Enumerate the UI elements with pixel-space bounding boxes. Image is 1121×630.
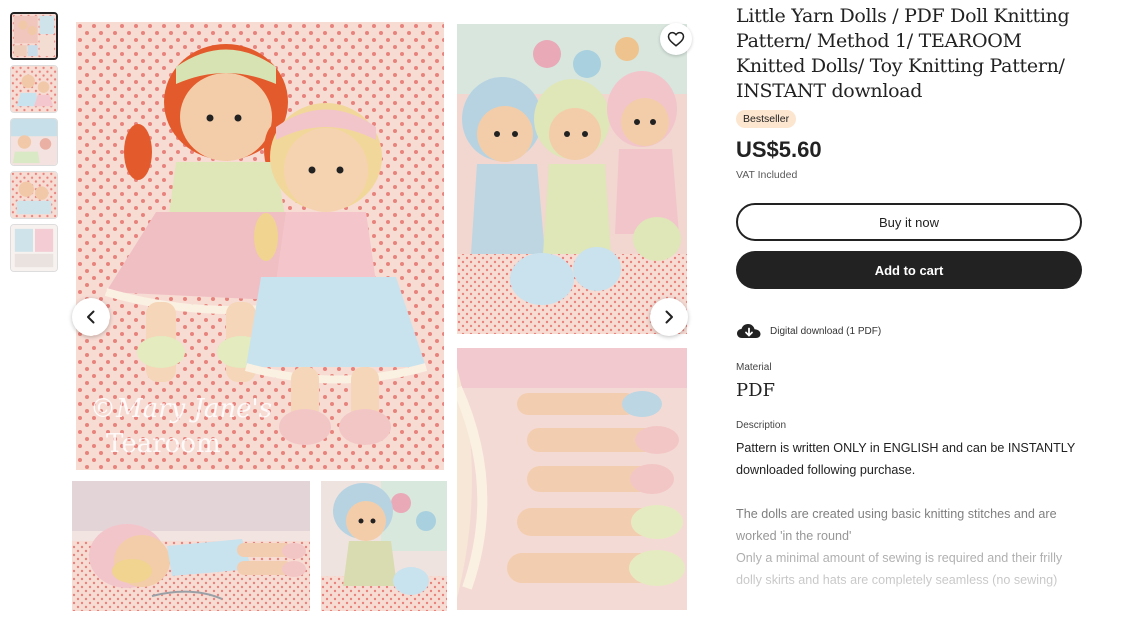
listing-title: Little Yarn Dolls / PDF Doll Knitting Pa… — [736, 5, 1070, 102]
favorite-button[interactable] — [660, 23, 692, 55]
listing-info: Little Yarn Dolls / PDF Doll Knitting Pa… — [736, 4, 1086, 181]
product-photo-dolls-sitting — [457, 24, 687, 334]
digital-download-label: Digital download (1 PDF) — [770, 325, 882, 337]
description-paragraph: Only a minimal amount of sewing is requi… — [736, 551, 1063, 587]
thumbnail-strip — [10, 12, 58, 277]
description-paragraph: The dolls are created using basic knitti… — [736, 507, 1057, 543]
thumbnail-4[interactable] — [10, 171, 58, 219]
material-label: Material — [736, 362, 772, 373]
product-photo-doll-lying — [72, 481, 310, 611]
material-value: PDF — [736, 380, 776, 401]
next-image-button[interactable] — [650, 298, 688, 336]
thumbnail-3[interactable] — [10, 118, 58, 166]
heart-icon — [667, 31, 685, 47]
bestseller-badge: Bestseller — [736, 110, 797, 128]
thumbnail-1[interactable] — [10, 12, 58, 60]
product-photo-doll-blue-hat — [321, 481, 447, 611]
description-paragraph: Pattern is written ONLY in ENGLISH and c… — [736, 441, 1076, 477]
main-product-photo: ©Mary Jane's Tearoom — [76, 22, 444, 470]
thumbnail-2[interactable] — [10, 65, 58, 113]
previous-image-button[interactable] — [72, 298, 110, 336]
digital-download-row: Digital download (1 PDF) — [736, 322, 881, 340]
cloud-download-icon — [737, 324, 761, 338]
description-label: Description — [736, 420, 787, 431]
watermark-line2: Tearoom — [106, 429, 221, 459]
thumbnail-5[interactable] — [10, 224, 58, 272]
chevron-left-icon — [87, 310, 95, 324]
add-to-cart-button[interactable]: Add to cart — [736, 251, 1082, 289]
listing-price: US$5.60 — [736, 137, 822, 162]
vat-note: VAT Included — [736, 169, 798, 181]
image-gallery: ©Mary Jane's Tearoom — [72, 20, 688, 612]
chevron-right-icon — [665, 310, 673, 324]
watermark-line1: ©Mary Jane's — [90, 394, 272, 424]
description-text: Pattern is written ONLY in ENGLISH and c… — [736, 437, 1076, 591]
product-photo-doll-legs — [457, 348, 687, 610]
buy-it-now-button[interactable]: Buy it now — [736, 203, 1082, 241]
